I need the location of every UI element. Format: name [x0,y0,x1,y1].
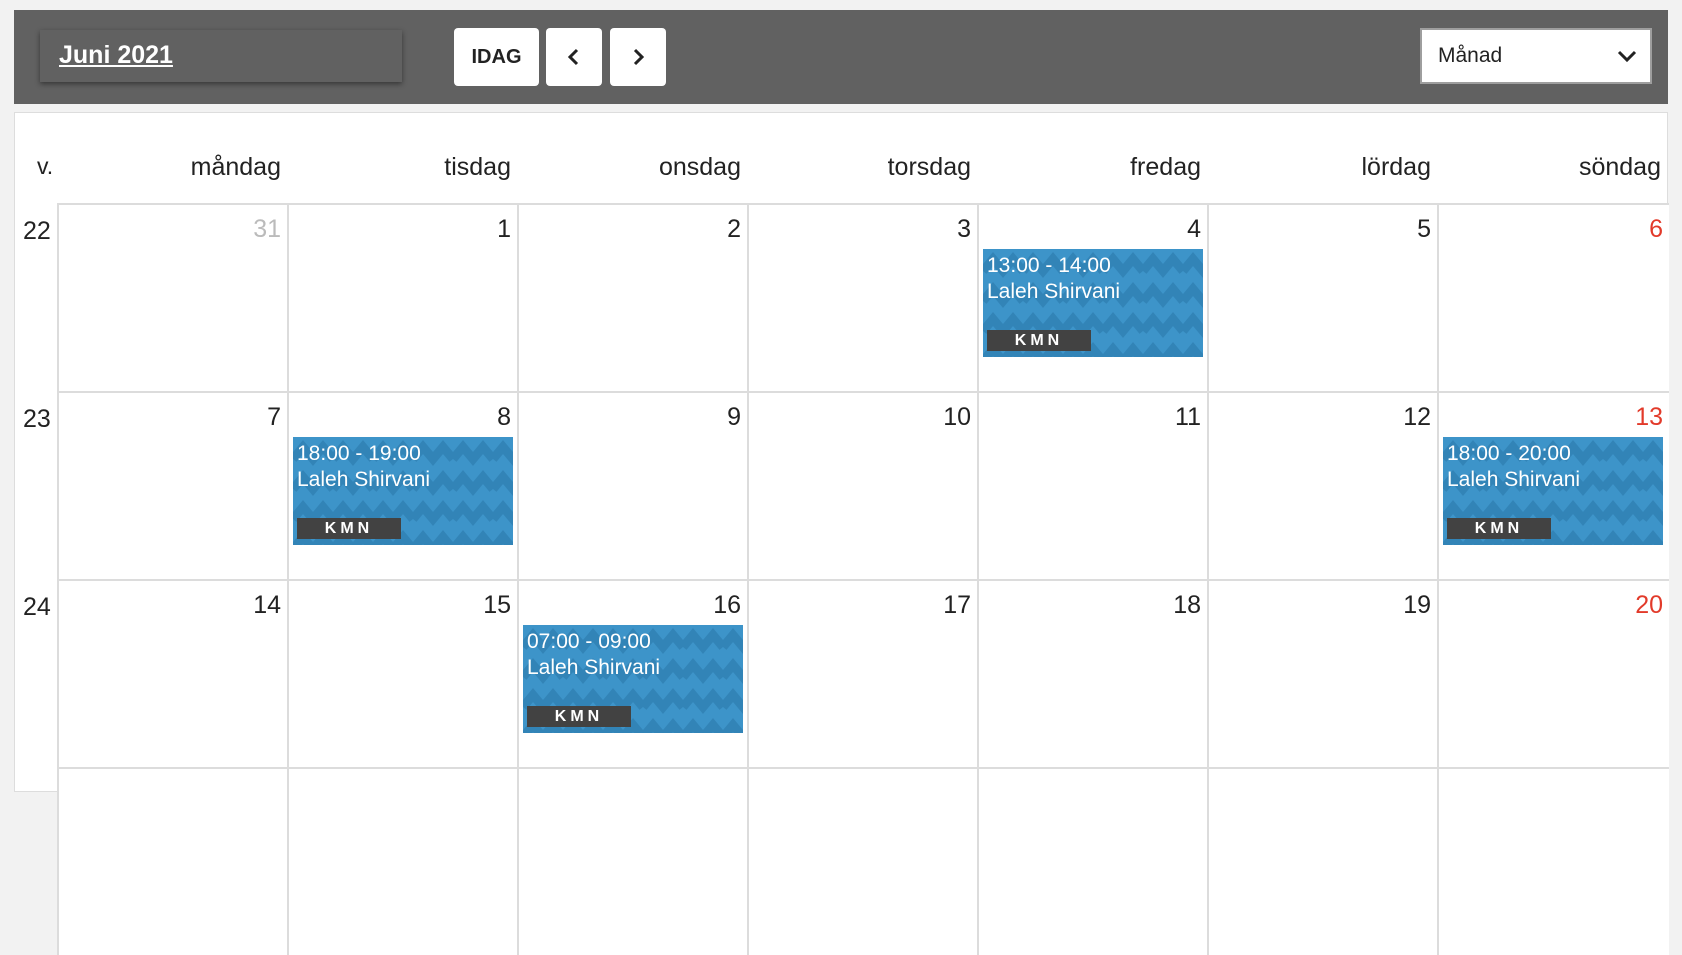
day-cell[interactable] [57,767,287,955]
event-time: 07:00 - 09:00 [527,630,651,653]
day-cell[interactable]: 5 [1207,203,1437,391]
calendar-event[interactable]: 18:00 - 20:00 Laleh Shirvani KMN [1443,437,1663,545]
weekday-header: måndag [190,153,281,181]
day-number: 12 [1403,403,1431,431]
day-number: 9 [727,403,741,431]
event-person: Laleh Shirvani [1447,468,1581,491]
day-cell[interactable]: 7 [57,391,287,579]
day-number: 17 [943,591,971,619]
day-cell[interactable] [977,767,1207,955]
day-number: 7 [267,403,281,431]
event-tag-badge: KMN [987,330,1091,351]
day-cell[interactable] [1207,767,1437,955]
day-number: 14 [253,591,281,619]
chevron-left-icon [567,48,579,66]
day-number: 10 [943,403,971,431]
day-number: 2 [727,215,741,243]
day-number: 20 [1635,591,1663,619]
day-cell[interactable] [1437,767,1669,955]
day-number: 8 [497,403,511,431]
day-cell[interactable]: 16 07:00 - 09:00 Laleh Shirvani KMN [517,579,747,767]
weekday-header: torsdag [887,153,971,181]
event-person: Laleh Shirvani [987,280,1121,303]
weekday-header: onsdag [658,153,741,181]
day-cell[interactable]: 11 [977,391,1207,579]
event-person: Laleh Shirvani [527,656,661,679]
event-tag-badge: KMN [527,706,631,727]
day-cell[interactable]: 20 [1437,579,1669,767]
day-number: 19 [1403,591,1431,619]
day-cell[interactable]: 31 [57,203,287,391]
day-number: 6 [1649,215,1663,243]
calendar-event[interactable]: 07:00 - 09:00 Laleh Shirvani KMN [523,625,743,733]
weekday-header: fredag [1130,153,1201,181]
chevron-right-icon [633,48,645,66]
day-cell[interactable]: 4 13:00 - 14:00 Laleh Shirvani KMN [977,203,1207,391]
day-cell[interactable]: 1 [287,203,517,391]
day-number: 4 [1187,215,1201,243]
day-number: 16 [713,591,741,619]
day-cell[interactable]: 18 [977,579,1207,767]
day-number: 5 [1417,215,1431,243]
day-cell[interactable]: 9 [517,391,747,579]
day-cell[interactable]: 3 [747,203,977,391]
day-cell[interactable]: 12 [1207,391,1437,579]
chevron-down-icon [1617,50,1637,63]
weekday-header-row: v. måndag tisdag onsdag torsdag fredag l… [15,113,1669,203]
month-title-link[interactable]: Juni 2021 [59,41,173,69]
week-row-partial [15,767,1669,955]
day-cell[interactable]: 10 [747,391,977,579]
day-number: 31 [253,215,281,243]
event-time: 18:00 - 19:00 [297,442,421,465]
week-number: 23 [23,405,51,433]
day-cell[interactable]: 15 [287,579,517,767]
day-cell[interactable] [287,767,517,955]
week-row: 22 31 1 2 3 4 13:00 - 14:00 Laleh Shirvani KMN 5 6 [15,203,1669,391]
day-cell[interactable]: 19 [1207,579,1437,767]
event-tag-badge: KMN [1447,518,1551,539]
view-select-value: Månad [1438,44,1503,67]
calendar-event[interactable]: 18:00 - 19:00 Laleh Shirvani KMN [293,437,513,545]
weekday-header: lördag [1361,153,1432,181]
day-cell[interactable]: 13 18:00 - 20:00 Laleh Shirvani KMN [1437,391,1669,579]
calendar-toolbar: Juni 2021 IDAG Månad [14,10,1668,104]
day-number: 13 [1635,403,1663,431]
day-cell[interactable]: 2 [517,203,747,391]
event-person: Laleh Shirvani [297,468,431,491]
week-row: 23 7 8 18:00 - 19:00 Laleh Shirvani KMN 9 10 11 1… [15,391,1669,579]
day-cell[interactable] [747,767,977,955]
view-select[interactable]: Månad [1420,28,1652,84]
next-month-button[interactable] [610,28,666,86]
week-number: 22 [23,217,51,245]
week-row: 24 14 15 16 07:00 - 09:00 Laleh Shirvani KMN 17… [15,579,1669,767]
day-number: 1 [497,215,511,243]
month-calendar: v. måndag tisdag onsdag torsdag fredag l… [14,112,1669,955]
day-cell[interactable]: 8 18:00 - 19:00 Laleh Shirvani KMN [287,391,517,579]
week-column-header: v. [37,153,54,179]
weekday-header: tisdag [444,153,511,181]
day-cell[interactable]: 6 [1437,203,1669,391]
day-number: 3 [957,215,971,243]
today-button[interactable]: IDAG [454,28,539,86]
day-number: 11 [1175,403,1201,431]
month-title[interactable]: Juni 2021 [40,30,402,82]
day-number: 15 [483,591,511,619]
calendar-event[interactable]: 13:00 - 14:00 Laleh Shirvani KMN [983,249,1203,357]
day-cell[interactable] [517,767,747,955]
prev-month-button[interactable] [546,28,602,86]
event-time: 18:00 - 20:00 [1447,442,1571,465]
day-cell[interactable]: 14 [57,579,287,767]
day-cell[interactable]: 17 [747,579,977,767]
event-time: 13:00 - 14:00 [987,254,1111,277]
week-number: 24 [23,593,51,621]
event-tag-badge: KMN [297,518,401,539]
weekday-header: söndag [1578,153,1661,181]
day-number: 18 [1173,591,1201,619]
